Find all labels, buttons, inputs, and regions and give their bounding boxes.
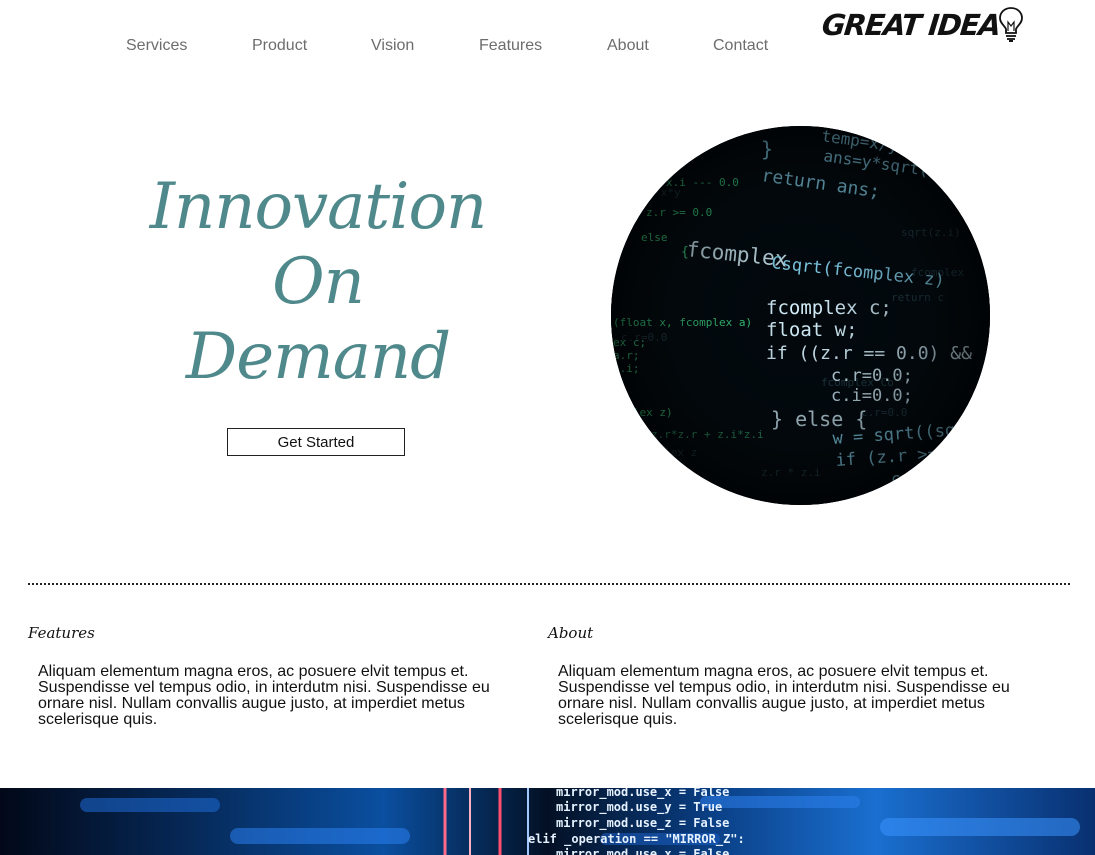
svg-text:elif _operation == "MIRROR_Z":: elif _operation == "MIRROR_Z": <box>528 832 745 847</box>
nav-link-contact[interactable]: Contact <box>713 37 768 55</box>
hero-title-line-2: On <box>272 245 365 319</box>
nav-link-features[interactable]: Features <box>479 37 542 55</box>
svg-text:mirror_mod.use_y = True: mirror_mod.use_y = True <box>556 800 722 815</box>
section-divider <box>28 583 1070 585</box>
code-banner-image: mirror_mod.use_x = False mirror_mod.use_… <box>0 788 1095 855</box>
svg-text:mirror_mod.use_x = False: mirror_mod.use_x = False <box>556 788 729 800</box>
svg-text:mirror_mod.use_x = False: mirror_mod.use_x = False <box>556 847 729 855</box>
hero-title: Innovation On Demand <box>118 170 518 395</box>
top-nav: Services Product Vision Features About C… <box>0 0 1095 80</box>
nav-link-services[interactable]: Services <box>126 37 187 55</box>
get-started-button[interactable]: Get Started <box>227 428 405 456</box>
hero-title-line-1: Innovation <box>149 170 488 244</box>
nav-link-vision[interactable]: Vision <box>371 37 414 55</box>
svg-text:float w: float w <box>671 486 718 499</box>
code-screen-image: ans = x*y sqrt(z.i) fcomplex c.r=0.0 ret… <box>611 126 990 505</box>
nav-link-product[interactable]: Product <box>252 37 307 55</box>
nav-link-about[interactable]: About <box>607 37 649 55</box>
about-body: Aliquam elementum magna eros, ac posuere… <box>558 663 1010 728</box>
hero-title-line-3: Demand <box>185 320 451 394</box>
about-heading: About <box>548 624 594 642</box>
features-body: Aliquam elementum magna eros, ac posuere… <box>38 663 490 728</box>
svg-text:mirror_mod.use_z = False: mirror_mod.use_z = False <box>556 816 729 831</box>
logo-text: GREAT IDEA <box>820 8 1002 42</box>
features-heading: Features <box>28 624 95 642</box>
lightbulb-icon <box>998 7 1023 42</box>
site-logo[interactable]: GREAT IDEA <box>820 5 1024 45</box>
